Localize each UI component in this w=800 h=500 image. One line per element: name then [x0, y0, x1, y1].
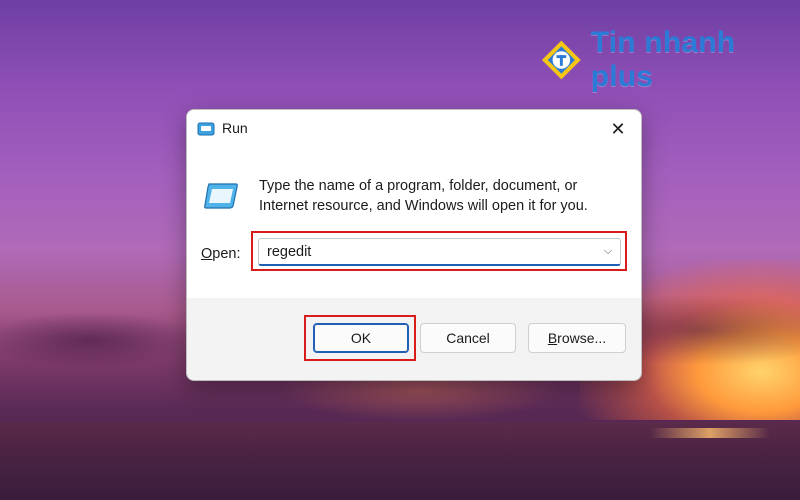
open-label: Open: [201, 246, 241, 262]
title-bar[interactable]: Run ✕ [187, 110, 641, 148]
browse-accelerator: B [547, 330, 558, 346]
brand-logo-icon [541, 40, 581, 80]
close-button[interactable]: ✕ [603, 116, 633, 142]
cancel-button[interactable]: Cancel [420, 323, 516, 353]
open-input[interactable]: regedit [259, 244, 596, 260]
browse-label: rowse... [557, 330, 607, 346]
open-label-accelerator: O [201, 246, 213, 262]
chevron-down-icon[interactable]: ⌵ [596, 245, 620, 258]
close-icon: ✕ [610, 118, 626, 139]
dialog-content: Type the name of a program, folder, docu… [187, 148, 641, 298]
run-program-icon [204, 183, 238, 209]
watermark-logo: Tin nhanh plus [540, 26, 800, 94]
browse-button[interactable]: Browse... [528, 323, 626, 353]
dialog-title: Run [222, 120, 248, 136]
brand-name: Tin nhanh plus [590, 26, 736, 93]
ok-button[interactable]: OK [313, 323, 409, 353]
run-dialog: Run ✕ Type the name of a program, folder… [186, 109, 642, 381]
sea [0, 422, 800, 500]
open-label-text: pen: [212, 246, 241, 262]
open-combobox[interactable]: regedit ⌵ [258, 238, 621, 266]
dialog-description: Type the name of a program, folder, docu… [259, 178, 588, 214]
run-icon [197, 122, 215, 136]
